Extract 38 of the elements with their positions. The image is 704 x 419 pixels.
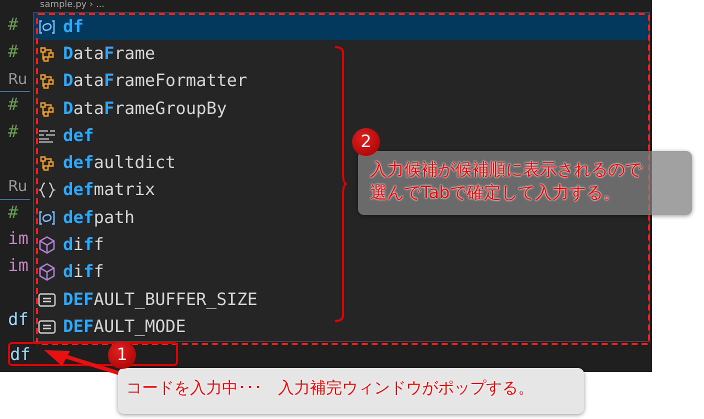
- cube-icon: [38, 236, 56, 254]
- code-text: df: [10, 344, 30, 365]
- breadcrumb[interactable]: sample.py › ...: [0, 0, 652, 10]
- variable-icon: [38, 18, 56, 36]
- suggestion-item[interactable]: defpath: [34, 204, 330, 232]
- suggestion-item[interactable]: defaultdict: [34, 149, 330, 177]
- suggestion-item[interactable]: def: [34, 122, 330, 150]
- class-icon: [38, 44, 56, 63]
- codelens-link[interactable]: Ru: [8, 176, 28, 195]
- callout-text: 入力候補が候補順に表示されるので: [370, 159, 644, 182]
- constant-icon: [38, 318, 56, 336]
- code-text: #: [8, 122, 18, 142]
- code-text: #: [8, 15, 18, 35]
- code-text: #: [8, 42, 18, 62]
- code-text: #: [8, 202, 18, 223]
- callout-text: 選んでTabで確定して入力する。: [370, 182, 621, 205]
- suggestion-item[interactable]: DEFAULT_BUFFER_SIZE: [34, 286, 330, 314]
- suggestion-item[interactable]: df: [34, 13, 649, 40]
- variable-icon: [38, 208, 56, 227]
- code-text: im: [8, 229, 28, 250]
- suggestion-item[interactable]: DataF rameGroupBy: [34, 94, 330, 122]
- code-text: df: [8, 310, 28, 330]
- class-icon: [38, 154, 56, 172]
- braces-icon: [38, 181, 56, 200]
- suggestion-item[interactable]: diff: [34, 258, 330, 286]
- code-text: #: [8, 95, 18, 116]
- code-text: im: [8, 256, 28, 276]
- suggestion-item[interactable]: DataF rame: [34, 40, 330, 68]
- suggestion-item[interactable]: DEFAULT_MODE: [34, 313, 330, 341]
- class-icon: [38, 72, 56, 90]
- suggestion-item[interactable]: DataF rameFormatter: [34, 68, 330, 95]
- suggestion-item[interactable]: defmatrix: [34, 176, 330, 204]
- codelens-link[interactable]: Ru: [8, 70, 28, 88]
- suggestion-item[interactable]: diff: [34, 231, 330, 259]
- cube-icon: [38, 263, 56, 282]
- callout-text: コードを入力中･･･ 入力補完ウィンドウがポップする。: [126, 378, 535, 399]
- class-icon: [38, 100, 56, 118]
- constant-icon: [38, 290, 56, 309]
